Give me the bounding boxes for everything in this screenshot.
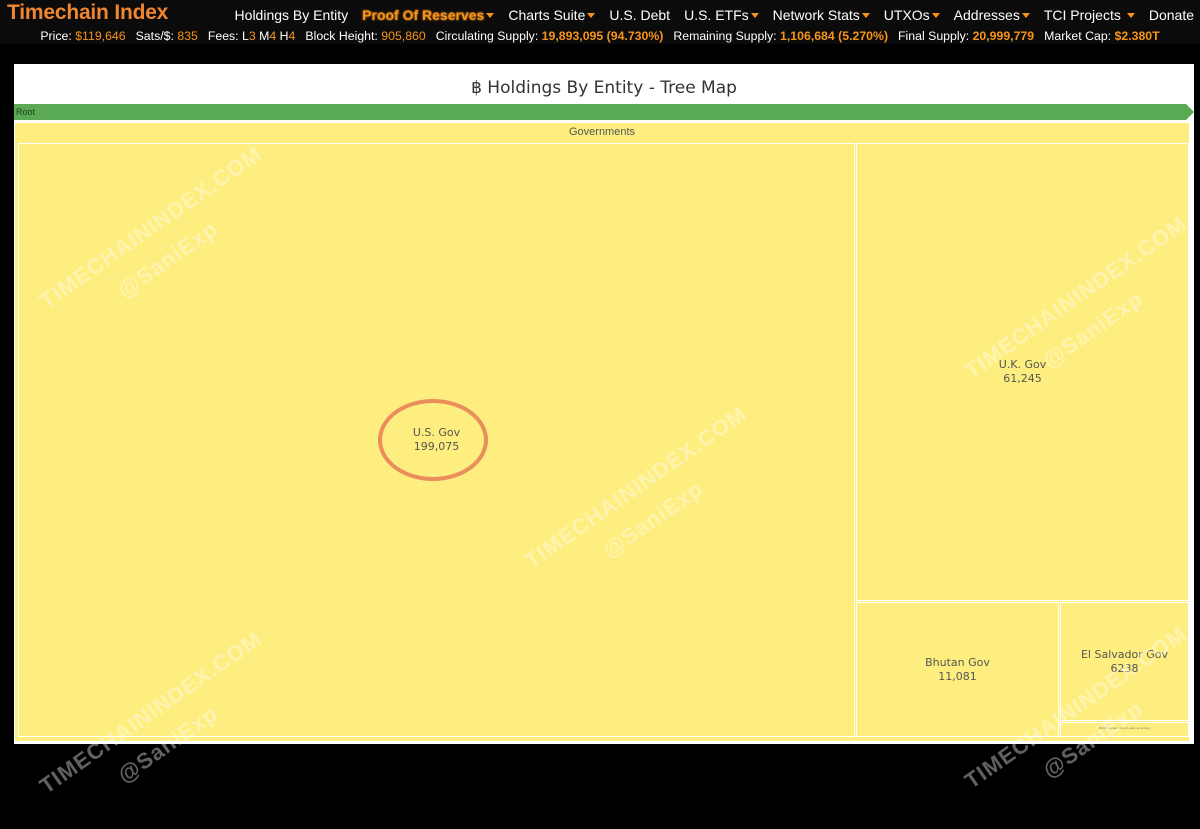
chevron-down-icon: [1021, 12, 1030, 18]
treemap-tile-el-salvador-gov[interactable]: El Salvador Gov 6238: [1060, 602, 1189, 721]
chart-title: ฿ Holdings By Entity - Tree Map: [471, 78, 737, 98]
tile-name: U.K. Gov: [998, 358, 1047, 371]
stat-fees: Fees: L3 M4 H4: [208, 29, 296, 43]
tile-value: 61,245: [1003, 372, 1042, 385]
nav-label: U.S. ETFs: [684, 7, 749, 23]
nav-donate[interactable]: Donate: [1149, 7, 1194, 23]
stat-label: Remaining Supply:: [673, 29, 777, 43]
stat-final-supply: Final Supply: 20,999,779: [898, 29, 1034, 43]
stat-value: 835: [177, 29, 198, 43]
group-label: Governments: [568, 126, 636, 138]
stat-label: M: [259, 29, 270, 43]
stat-label: Block Height:: [305, 29, 378, 43]
treemap-tile-uk-gov[interactable]: U.K. Gov 61,245: [856, 143, 1189, 601]
stat-value: 3: [248, 29, 256, 43]
stat-sats-per-dollar: Sats/$: 835: [136, 29, 198, 43]
nav-label: Holdings By Entity: [234, 7, 349, 23]
tile-value: 11,081: [938, 669, 977, 683]
treemap-path-bar[interactable]: [14, 104, 1186, 120]
treemap-group-governments[interactable]: Governments U.S. Gov 199,075 U.K. Gov 61…: [14, 122, 1191, 798]
stat-value: 905,860: [381, 29, 426, 43]
top-navigation-bar: Timechain Index Holdings By Entity Proof…: [0, 0, 1200, 28]
nav-label: U.S. Debt: [609, 7, 671, 23]
nav-label: Proof Of Reserves: [362, 7, 485, 23]
stat-label: Final Supply:: [898, 29, 970, 43]
nav-label: Addresses: [953, 7, 1020, 23]
stat-circulating-supply: Circulating Supply: 19,893,095 (94.730%): [436, 29, 664, 43]
stat-label: Fees:: [207, 29, 239, 43]
nav-label: TCI Projects: [1043, 7, 1121, 23]
nav-label: Charts Suite: [508, 7, 586, 23]
nav-charts-suite[interactable]: Charts Suite: [508, 7, 596, 23]
stat-price: Price: $119,646: [40, 29, 125, 43]
chevron-down-icon: [1126, 12, 1135, 18]
stat-block-height: Block Height: 905,860: [305, 29, 425, 43]
chevron-down-icon: [750, 12, 759, 18]
chevron-down-icon: [587, 12, 596, 18]
path-root-label: Root: [16, 107, 36, 117]
chevron-down-icon: [861, 12, 870, 18]
nav-label: Network Stats: [772, 7, 860, 23]
nav-label: Donate: [1148, 7, 1194, 23]
stat-value: 4: [269, 29, 277, 43]
nav-us-etfs[interactable]: U.S. ETFs: [684, 7, 759, 23]
stat-label: Circulating Supply:: [435, 29, 539, 43]
tile-value: ...: [1123, 728, 1126, 733]
stat-label: Price:: [40, 29, 72, 43]
tile-name: El Salvador Gov: [1080, 647, 1169, 661]
stat-label: L: [242, 29, 249, 43]
tile-value: 6238: [1110, 661, 1139, 675]
stat-value: $119,646: [75, 29, 126, 43]
nav-addresses[interactable]: Addresses: [954, 7, 1030, 23]
stat-value: $2.380T: [1114, 29, 1160, 43]
nav-us-debt[interactable]: U.S. Debt: [609, 7, 670, 23]
nav-proof-of-reserves[interactable]: Proof Of Reserves: [362, 7, 495, 23]
stat-market-cap: Market Cap: $2.380T: [1044, 29, 1160, 43]
site-logo-text[interactable]: Timechain Index: [7, 1, 168, 25]
tile-name: Bhutan Gov: [925, 655, 990, 669]
treemap-panel: ฿ Holdings By Entity - Tree Map Root Gov…: [14, 64, 1194, 798]
treemap-tile-bhutan-gov[interactable]: Bhutan Gov 11,081: [856, 602, 1059, 737]
treemap-tile-north-korea-gov[interactable]: North Korean Gov (Lazarus Group) ...: [1060, 722, 1189, 737]
chevron-down-icon: [486, 12, 495, 18]
nav-network-stats[interactable]: Network Stats: [773, 7, 870, 23]
chevron-down-icon: [931, 12, 940, 18]
stat-remaining-supply: Remaining Supply: 1,106,684 (5.270%): [673, 29, 888, 43]
stat-label: Market Cap:: [1044, 29, 1112, 43]
main-menu: Holdings By Entity Proof Of Reserves Cha…: [221, 5, 1200, 25]
network-stats-bar: Price: $119,646 Sats/$: 835 Fees: L3 M4 …: [0, 28, 1200, 44]
tile-name: U.S. Gov: [412, 426, 461, 439]
stat-value: 19,893,095 (94.730%): [541, 29, 664, 43]
treemap-tile-us-gov[interactable]: U.S. Gov 199,075: [18, 143, 855, 737]
nav-label: UTXOs: [883, 7, 930, 23]
stat-value: 1,106,684 (5.270%): [780, 29, 889, 43]
nav-tci-projects[interactable]: TCI Projects: [1044, 7, 1135, 23]
stat-label: H: [279, 29, 289, 43]
stat-value: 20,999,779: [972, 29, 1035, 43]
stat-value: 4: [288, 29, 296, 43]
nav-holdings-by-entity[interactable]: Holdings By Entity: [235, 7, 349, 23]
tile-value: 199,075: [413, 440, 460, 453]
nav-utxos[interactable]: UTXOs: [884, 7, 940, 23]
path-arrow-icon: [1186, 104, 1194, 120]
stat-label: Sats/$:: [135, 29, 174, 43]
